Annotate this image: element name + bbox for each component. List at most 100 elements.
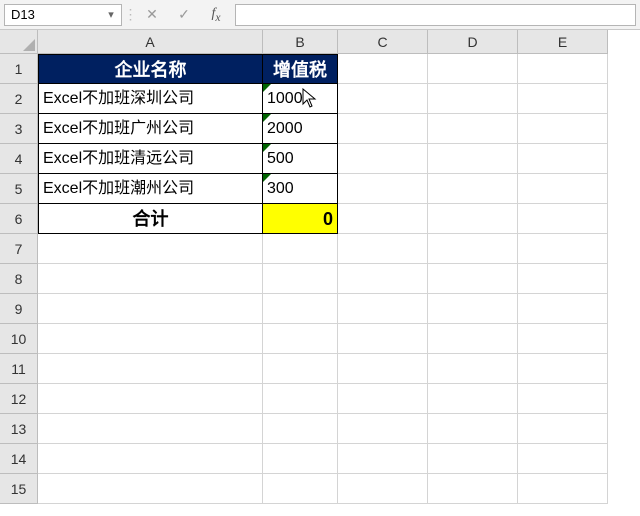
cell-C8[interactable] — [338, 264, 428, 294]
cell-E5[interactable] — [518, 174, 608, 204]
cell-A13[interactable] — [38, 414, 263, 444]
cell-D1[interactable] — [428, 54, 518, 84]
cell-A15[interactable] — [38, 474, 263, 504]
column-header-C[interactable]: C — [338, 30, 428, 54]
cell-D5[interactable] — [428, 174, 518, 204]
insert-function-button[interactable]: fx — [203, 4, 229, 26]
cell-A2[interactable]: Excel不加班深圳公司 — [38, 84, 263, 114]
cell-E13[interactable] — [518, 414, 608, 444]
cell-C6[interactable] — [338, 204, 428, 234]
cell-A10[interactable] — [38, 324, 263, 354]
cell-C9[interactable] — [338, 294, 428, 324]
row-header-2[interactable]: 2 — [0, 84, 38, 114]
cell-C5[interactable] — [338, 174, 428, 204]
cell-C15[interactable] — [338, 474, 428, 504]
cell-D11[interactable] — [428, 354, 518, 384]
cell-D9[interactable] — [428, 294, 518, 324]
cell-A11[interactable] — [38, 354, 263, 384]
cell-B9[interactable] — [263, 294, 338, 324]
cell-D2[interactable] — [428, 84, 518, 114]
row-header-5[interactable]: 5 — [0, 174, 38, 204]
cell-C4[interactable] — [338, 144, 428, 174]
cell-A3[interactable]: Excel不加班广州公司 — [38, 114, 263, 144]
cell-B7[interactable] — [263, 234, 338, 264]
cell-B4[interactable]: 500 — [263, 144, 338, 174]
total-label[interactable]: 合计 — [38, 204, 263, 234]
row-header-3[interactable]: 3 — [0, 114, 38, 144]
accept-button[interactable]: ✓ — [171, 4, 197, 26]
row-header-13[interactable]: 13 — [0, 414, 38, 444]
cell-D6[interactable] — [428, 204, 518, 234]
cell-C3[interactable] — [338, 114, 428, 144]
cell-D10[interactable] — [428, 324, 518, 354]
cell-D4[interactable] — [428, 144, 518, 174]
cell-E12[interactable] — [518, 384, 608, 414]
cell-E2[interactable] — [518, 84, 608, 114]
table-header-company[interactable]: 企业名称 — [38, 54, 263, 84]
cell-D7[interactable] — [428, 234, 518, 264]
formula-input[interactable] — [235, 4, 636, 26]
cell-C11[interactable] — [338, 354, 428, 384]
column-header-A[interactable]: A — [38, 30, 263, 54]
cell-E10[interactable] — [518, 324, 608, 354]
cell-B11[interactable] — [263, 354, 338, 384]
cell-D3[interactable] — [428, 114, 518, 144]
cell-C12[interactable] — [338, 384, 428, 414]
cell-A5[interactable]: Excel不加班潮州公司 — [38, 174, 263, 204]
cell-B15[interactable] — [263, 474, 338, 504]
row-header-14[interactable]: 14 — [0, 444, 38, 474]
row-header-4[interactable]: 4 — [0, 144, 38, 174]
cell-C13[interactable] — [338, 414, 428, 444]
row-header-11[interactable]: 11 — [0, 354, 38, 384]
cell-B13[interactable] — [263, 414, 338, 444]
table-header-vat[interactable]: 增值税 — [263, 54, 338, 84]
cell-C2[interactable] — [338, 84, 428, 114]
cell-A7[interactable] — [38, 234, 263, 264]
row-header-6[interactable]: 6 — [0, 204, 38, 234]
column-header-D[interactable]: D — [428, 30, 518, 54]
cell-C7[interactable] — [338, 234, 428, 264]
column-header-B[interactable]: B — [263, 30, 338, 54]
row-header-10[interactable]: 10 — [0, 324, 38, 354]
cell-E4[interactable] — [518, 144, 608, 174]
cell-C10[interactable] — [338, 324, 428, 354]
cell-D12[interactable] — [428, 384, 518, 414]
cell-E11[interactable] — [518, 354, 608, 384]
cell-A14[interactable] — [38, 444, 263, 474]
total-value[interactable]: 0 — [263, 204, 338, 234]
cell-D15[interactable] — [428, 474, 518, 504]
cell-B10[interactable] — [263, 324, 338, 354]
cell-E7[interactable] — [518, 234, 608, 264]
cell-E9[interactable] — [518, 294, 608, 324]
cell-E14[interactable] — [518, 444, 608, 474]
cell-D13[interactable] — [428, 414, 518, 444]
row-header-9[interactable]: 9 — [0, 294, 38, 324]
cell-E15[interactable] — [518, 474, 608, 504]
cell-D14[interactable] — [428, 444, 518, 474]
cell-A8[interactable] — [38, 264, 263, 294]
cell-E3[interactable] — [518, 114, 608, 144]
cell-C14[interactable] — [338, 444, 428, 474]
cell-B2[interactable]: 1000 — [263, 84, 338, 114]
cell-E1[interactable] — [518, 54, 608, 84]
cell-B12[interactable] — [263, 384, 338, 414]
row-header-1[interactable]: 1 — [0, 54, 38, 84]
cell-E6[interactable] — [518, 204, 608, 234]
row-header-12[interactable]: 12 — [0, 384, 38, 414]
cell-B5[interactable]: 300 — [263, 174, 338, 204]
name-box[interactable]: D13 ▾ — [4, 4, 122, 26]
row-header-7[interactable]: 7 — [0, 234, 38, 264]
cell-B3[interactable]: 2000 — [263, 114, 338, 144]
row-header-15[interactable]: 15 — [0, 474, 38, 504]
cancel-button[interactable]: ✕ — [139, 4, 165, 26]
cell-A12[interactable] — [38, 384, 263, 414]
cell-D8[interactable] — [428, 264, 518, 294]
row-header-8[interactable]: 8 — [0, 264, 38, 294]
cell-B14[interactable] — [263, 444, 338, 474]
cell-B8[interactable] — [263, 264, 338, 294]
cell-C1[interactable] — [338, 54, 428, 84]
column-header-E[interactable]: E — [518, 30, 608, 54]
cell-A9[interactable] — [38, 294, 263, 324]
select-all-button[interactable] — [0, 30, 38, 54]
cell-A4[interactable]: Excel不加班清远公司 — [38, 144, 263, 174]
